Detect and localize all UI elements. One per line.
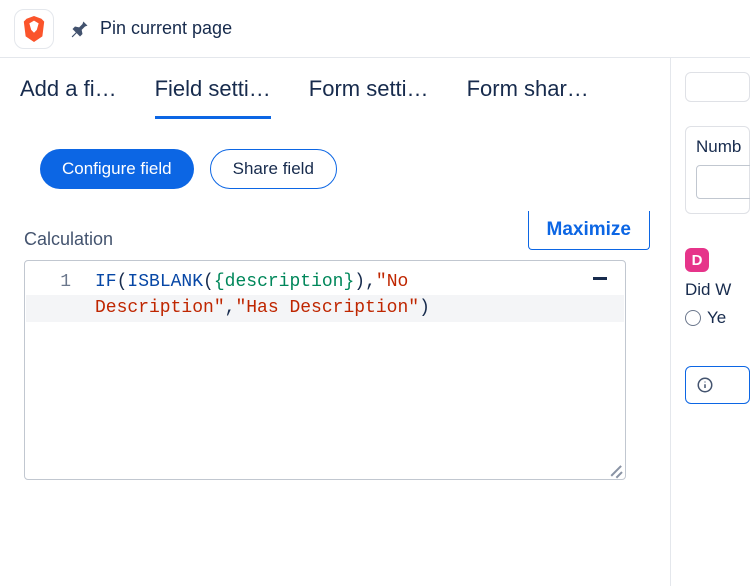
tabs: Add a fi… Field setti… Form setti… Form … (18, 76, 650, 119)
radio-yes-label: Ye (707, 308, 726, 328)
tab-form-sharing[interactable]: Form shar… (467, 76, 589, 119)
tab-add-field[interactable]: Add a fi… (20, 76, 117, 119)
line-number: 1 (25, 269, 71, 295)
right-pane: Numb D Did W Ye (670, 58, 750, 586)
side-card-number: Numb (685, 126, 750, 214)
configure-field-button[interactable]: Configure field (40, 149, 194, 189)
left-pane: Add a fi… Field setti… Form setti… Form … (0, 58, 670, 586)
button-row: Configure field Share field (18, 149, 650, 189)
share-field-button[interactable]: Share field (210, 149, 337, 189)
side-card-stub (685, 72, 750, 102)
calculation-label: Calculation (24, 229, 113, 250)
editor-code[interactable]: IF(ISBLANK({description}),"No Descriptio… (95, 269, 625, 321)
d-chip: D (685, 248, 709, 272)
radio-icon (685, 310, 701, 326)
top-toolbar: Pin current page (0, 0, 750, 58)
info-card[interactable] (685, 366, 750, 404)
calculation-editor[interactable]: 1 IF(ISBLANK({description}),"No Descript… (24, 260, 626, 480)
info-icon (696, 376, 714, 394)
editor-gutter: 1 (25, 269, 95, 321)
editor-resize-handle[interactable] (608, 462, 622, 476)
side-card-didw: D Did W Ye (685, 238, 750, 342)
pin-current-page-button[interactable]: Pin current page (70, 18, 232, 39)
number-input[interactable] (696, 165, 750, 199)
pin-icon (70, 19, 90, 39)
tab-field-settings[interactable]: Field setti… (155, 76, 271, 119)
maximize-button[interactable]: Maximize (528, 211, 650, 250)
number-label: Numb (696, 137, 749, 157)
brave-logo (14, 9, 54, 49)
tab-form-settings[interactable]: Form setti… (309, 76, 429, 119)
pin-label: Pin current page (100, 18, 232, 39)
calculation-header: Calculation Maximize (18, 211, 650, 250)
radio-yes[interactable]: Ye (685, 308, 750, 328)
brave-lion-icon (21, 16, 47, 42)
didw-label: Did W (685, 280, 750, 300)
